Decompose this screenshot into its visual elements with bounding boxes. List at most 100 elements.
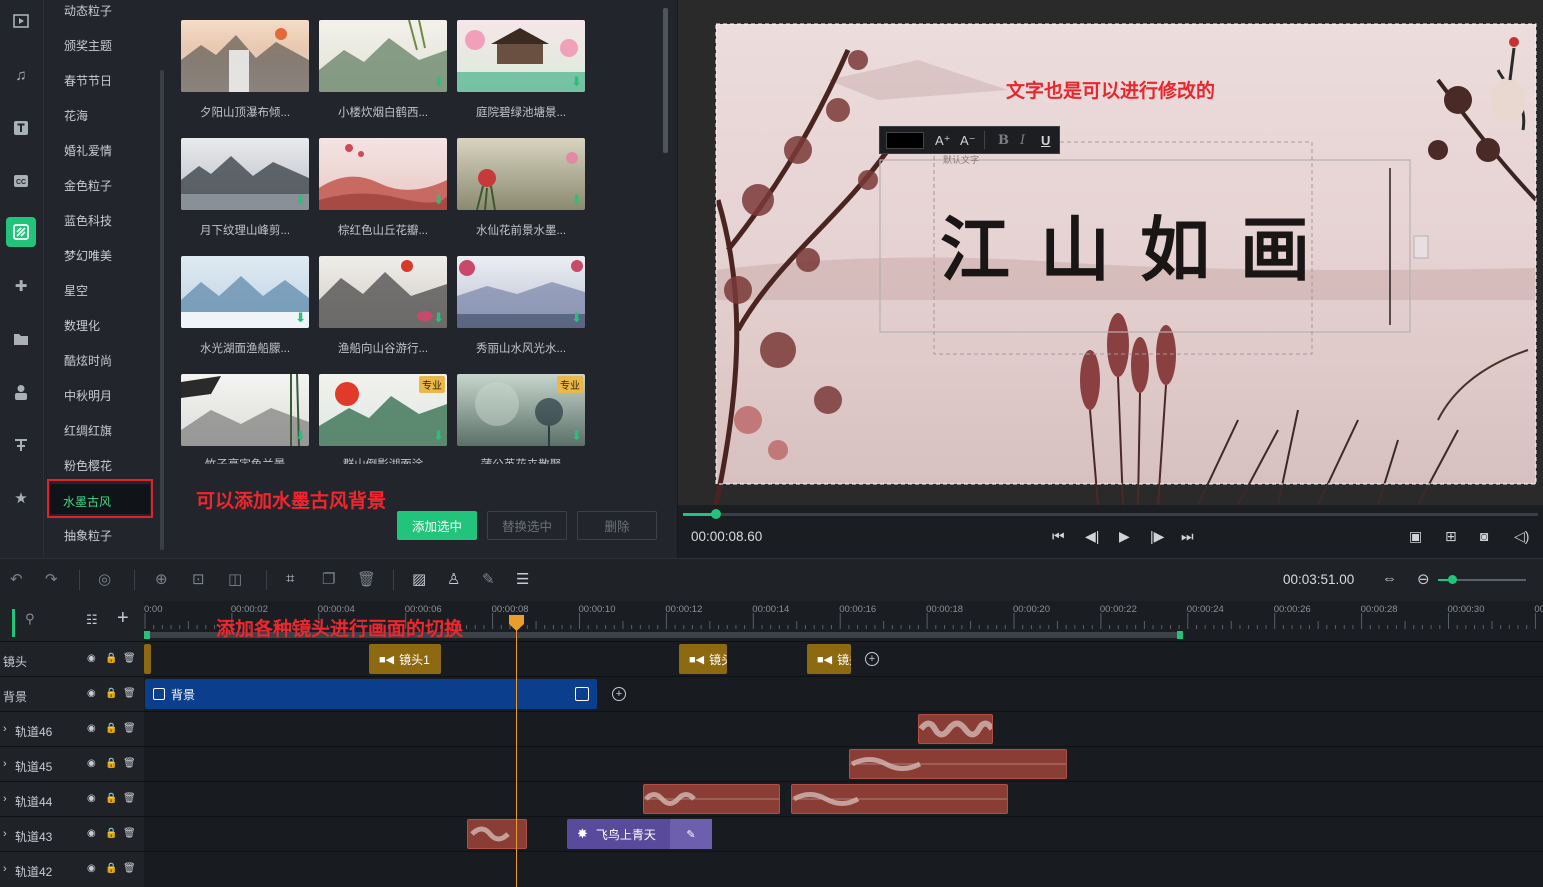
pencil-icon[interactable]: ✎ <box>482 570 495 588</box>
download-icon[interactable]: ⬇ <box>433 192 444 208</box>
playhead-line[interactable] <box>516 615 517 887</box>
play-icon[interactable]: ▶ <box>1119 528 1130 545</box>
category-item[interactable]: 星空 <box>64 282 88 299</box>
trash-icon[interactable]: 🗑 <box>123 723 136 734</box>
background-clip[interactable]: 背景 <box>145 679 597 709</box>
category-item[interactable]: 粉色樱花 <box>64 457 112 474</box>
template-thumbnail[interactable]: ⬇ <box>457 20 585 92</box>
track-header[interactable]: 镜头 ◉ 🔒 🗑 <box>0 642 144 677</box>
track-header[interactable]: › 轨道45 ◉ 🔒 🗑 <box>0 747 144 782</box>
add-selected-button[interactable]: 添加选中 <box>397 511 477 540</box>
replace-selected-button[interactable]: 替换选中 <box>487 511 567 540</box>
track-area[interactable] <box>144 817 1543 852</box>
stamp-icon[interactable]: ♙ <box>447 570 460 588</box>
work-area-start-handle[interactable] <box>144 631 150 639</box>
image-edit-icon[interactable]: ▨ <box>412 570 426 588</box>
track-area[interactable] <box>144 852 1543 887</box>
redo-icon[interactable]: ↷ <box>45 570 58 588</box>
category-item[interactable]: 数理化 <box>64 317 100 334</box>
trash-icon[interactable]: 🗑 <box>123 653 136 664</box>
visibility-eye-icon[interactable]: ◉ <box>87 793 96 804</box>
category-item[interactable]: 春节节日 <box>64 72 112 89</box>
delete-button[interactable]: 删除 <box>577 511 657 540</box>
trash-icon[interactable]: 🗑 <box>123 863 136 874</box>
expand-chevron-icon[interactable]: › <box>3 758 7 770</box>
fit-timeline-icon[interactable]: ⇔ <box>1382 570 1397 587</box>
template-thumbnail[interactable]: 专业 ⬇ <box>319 374 447 446</box>
copy-icon[interactable]: ❐ <box>322 570 335 588</box>
crop-icon[interactable]: ⌗ <box>286 570 294 587</box>
playhead-handle[interactable] <box>508 614 525 632</box>
undo-icon[interactable]: ↶ <box>10 570 23 588</box>
background-settings-icon[interactable] <box>575 687 589 701</box>
underline-button[interactable]: U <box>1041 133 1050 148</box>
title-text[interactable]: 江山如画 <box>900 197 1380 292</box>
preview-seekbar[interactable] <box>683 513 1538 516</box>
audio-clip[interactable] <box>467 819 527 849</box>
lens-clip[interactable]: ■◀ 镜头1 <box>369 644 441 674</box>
focus-icon[interactable]: ⊕ <box>155 570 168 588</box>
zoom-out-icon[interactable]: ⊖ <box>1417 570 1430 588</box>
trash-icon[interactable]: 🗑 <box>123 758 136 769</box>
lock-icon[interactable]: 🔒 <box>105 863 117 874</box>
track-settings-icon[interactable]: ☷ <box>86 612 98 628</box>
download-icon[interactable]: ⬇ <box>433 74 444 90</box>
add-lens-button[interactable]: + <box>865 652 879 666</box>
expand-chevron-icon[interactable]: › <box>3 793 7 805</box>
add-track-icon[interactable]: + <box>117 607 129 630</box>
expand-chevron-icon[interactable]: › <box>3 723 7 735</box>
lens-clip[interactable]: ■◀ 镜头 <box>679 644 727 674</box>
folder-icon[interactable] <box>8 326 34 352</box>
delete-icon[interactable]: 🗑 <box>357 570 376 588</box>
category-item[interactable]: 蓝色科技 <box>64 212 112 229</box>
track-area[interactable] <box>144 747 1543 782</box>
caption-style-icon[interactable] <box>8 432 34 458</box>
lock-icon[interactable]: 🔒 <box>105 653 117 664</box>
visibility-eye-icon[interactable]: ◉ <box>87 688 96 699</box>
template-thumbnail[interactable] <box>181 20 309 92</box>
trash-icon[interactable]: 🗑 <box>123 688 136 699</box>
track-header[interactable]: 背景 ◉ 🔒 🗑 <box>0 677 144 712</box>
subtitle-icon[interactable]: CC <box>8 168 34 194</box>
trash-icon[interactable]: 🗑 <box>123 828 136 839</box>
lens-clip-edge[interactable] <box>144 644 151 674</box>
category-item[interactable]: 婚礼爱情 <box>64 142 112 159</box>
work-area-end-handle[interactable] <box>1177 631 1183 639</box>
plugin-icon[interactable]: ✚ <box>8 273 34 299</box>
lock-icon[interactable]: 🔒 <box>105 723 117 734</box>
font-grow-button[interactable]: A⁺ <box>935 133 951 149</box>
lock-icon[interactable]: 🔒 <box>105 793 117 804</box>
category-item[interactable]: 中秋明月 <box>64 387 112 404</box>
trash-icon[interactable]: 🗑 <box>123 793 136 804</box>
visibility-eye-icon[interactable]: ◉ <box>87 828 96 839</box>
track-zoom-slider[interactable] <box>12 609 15 637</box>
next-frame-icon[interactable]: |▶ <box>1150 528 1164 545</box>
audio-clip[interactable] <box>791 784 1008 814</box>
visibility-eye-icon[interactable]: ◉ <box>87 653 96 664</box>
add-background-button[interactable]: + <box>612 687 626 701</box>
layers-icon[interactable]: ☰ <box>516 570 529 588</box>
record-icon[interactable]: ◎ <box>98 570 111 588</box>
preview-seek-handle[interactable] <box>711 509 721 519</box>
download-icon[interactable]: ⬇ <box>295 310 306 326</box>
skip-to-start-icon[interactable]: ⏮ <box>1052 528 1065 545</box>
favorites-star-icon[interactable]: ★ <box>8 485 34 511</box>
template-thumbnail[interactable]: ⬇ <box>181 374 309 446</box>
bold-button[interactable]: B <box>998 133 1009 148</box>
expand-chevron-icon[interactable]: › <box>3 863 7 875</box>
text-icon[interactable] <box>8 115 34 141</box>
audio-clip[interactable] <box>918 714 993 744</box>
download-icon[interactable]: ⬇ <box>571 310 582 326</box>
category-item[interactable]: 动态粒子 <box>64 2 112 19</box>
template-thumbnail[interactable]: ⬇ <box>319 20 447 92</box>
snapshot-camera-icon[interactable]: ◙ <box>1480 528 1488 544</box>
category-item[interactable]: 金色粒子 <box>64 177 112 194</box>
font-shrink-button[interactable]: A⁻ <box>960 133 976 149</box>
download-icon[interactable]: ⬇ <box>433 310 444 326</box>
grid-icon[interactable]: ⊞ <box>1445 528 1457 545</box>
category-item[interactable]: 颁奖主题 <box>64 37 112 54</box>
visibility-eye-icon[interactable]: ◉ <box>87 758 96 769</box>
audio-clip[interactable] <box>849 749 1067 779</box>
italic-button[interactable]: I <box>1020 133 1025 148</box>
volume-icon[interactable]: ◁) <box>1514 528 1529 545</box>
